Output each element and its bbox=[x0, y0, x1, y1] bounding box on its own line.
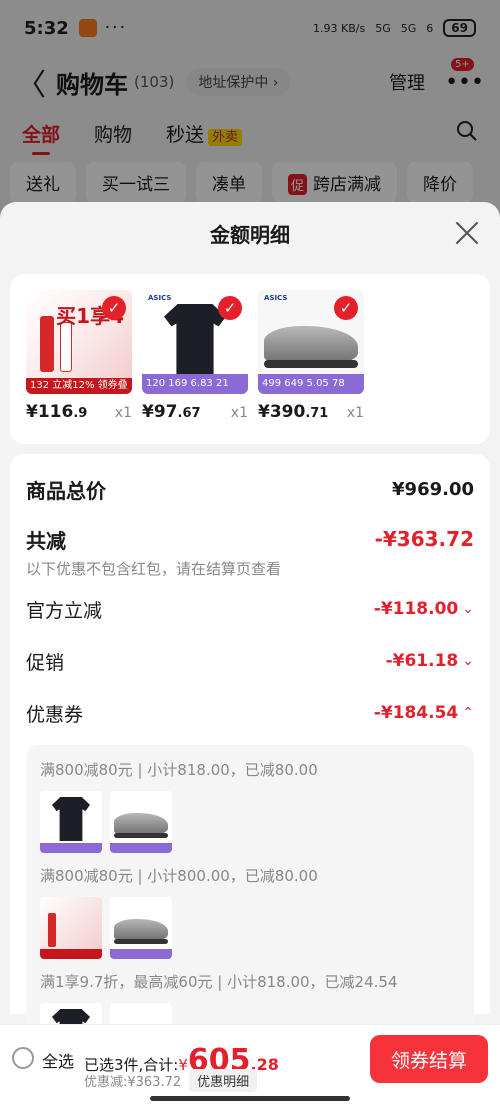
coupon-line: 满800减80元 | 小计818.00，已减80.00 bbox=[40, 761, 318, 779]
chevron-down-icon: ⌄ bbox=[462, 653, 474, 669]
select-all-label[interactable]: 全选 bbox=[42, 1048, 74, 1072]
thumb-promo-strip: 132 立减12% 领券叠享满减 bbox=[26, 378, 132, 394]
total-row: 商品总价 ¥969.00 bbox=[26, 472, 474, 506]
sheet-title: 金额明细 bbox=[210, 222, 290, 247]
coupon-row[interactable]: 优惠券 -¥184.54 ⌃ bbox=[26, 691, 474, 735]
thumb-promo-strip bbox=[110, 843, 172, 853]
product-item[interactable]: ASICS 499 649 5.05 78 ✓ ¥390.71 x1 bbox=[258, 290, 364, 428]
product-thumbnail: ASICS 499 649 5.05 78 ✓ bbox=[258, 290, 364, 394]
shoe-sole bbox=[264, 360, 358, 368]
chevron-up-icon: ⌃ bbox=[462, 705, 474, 721]
shoe-image bbox=[114, 813, 168, 835]
price-int: ¥116 bbox=[26, 402, 74, 422]
selected-check-icon: ✓ bbox=[334, 296, 358, 320]
coupon-product-thumb bbox=[110, 897, 172, 959]
selected-check-icon: ✓ bbox=[102, 296, 126, 320]
product-qty: x1 bbox=[114, 405, 132, 421]
saving-info: 优惠减:¥363.72 优惠明细 bbox=[84, 1069, 258, 1092]
thumb-promo-strip: 120 169 6.83 21 bbox=[142, 374, 248, 394]
coupon-line: 满1享9.7折，最高减60元 | 小计818.00，已减24.54 bbox=[40, 973, 398, 991]
close-icon[interactable] bbox=[454, 220, 480, 246]
product-meta: ¥97.67 x1 bbox=[142, 402, 248, 422]
coupon-products bbox=[40, 791, 460, 853]
product-price: ¥390.71 bbox=[258, 402, 328, 422]
thumb-promo-strip bbox=[110, 949, 172, 959]
total-label: 商品总价 bbox=[26, 478, 106, 503]
amount-detail-sheet: 金额明细 买1享4 132 立减12% 领券叠享满减 ✓ ¥116.9 x1 A… bbox=[0, 202, 500, 1111]
price-dec: .71 bbox=[305, 406, 329, 421]
shoe-sole bbox=[114, 833, 168, 838]
sheet-header: 金额明细 bbox=[0, 202, 500, 264]
select-all-radio[interactable] bbox=[12, 1047, 34, 1069]
official-row[interactable]: 官方立减 -¥118.00 ⌄ bbox=[26, 587, 474, 631]
home-indicator bbox=[150, 1096, 350, 1101]
coupon-products bbox=[40, 897, 460, 959]
selected-products: 买1享4 132 立减12% 领券叠享满减 ✓ ¥116.9 x1 ASICS … bbox=[10, 274, 490, 444]
chevron-down-icon: ⌄ bbox=[462, 601, 474, 617]
promotion-row[interactable]: 促销 -¥61.18 ⌄ bbox=[26, 639, 474, 683]
coupon-label: 优惠券 bbox=[26, 703, 84, 726]
reduce-value: -¥363.72 bbox=[374, 527, 474, 551]
product-qty: x1 bbox=[230, 405, 248, 421]
coupon-value: -¥184.54 bbox=[373, 703, 459, 723]
reduce-row: 共减 -¥363.72 bbox=[26, 522, 474, 556]
tshirt-image bbox=[52, 797, 90, 841]
discount-note: 以下优惠不包含红包，请在结算页查看 bbox=[26, 560, 282, 578]
product-price: ¥97.67 bbox=[142, 402, 201, 422]
promotion-value: -¥61.18 bbox=[385, 651, 459, 671]
coupon-line: 满800减80元 | 小计800.00，已减80.00 bbox=[40, 867, 318, 885]
promotion-label: 促销 bbox=[26, 651, 65, 674]
official-value: -¥118.00 bbox=[373, 599, 459, 619]
thumb-promo-strip bbox=[40, 843, 102, 853]
coupon-product-thumb bbox=[40, 791, 102, 853]
bottle-shape bbox=[60, 322, 72, 372]
shoe-image bbox=[264, 326, 358, 364]
checkout-button[interactable]: 领券结算 bbox=[370, 1035, 488, 1083]
price-dec: .67 bbox=[177, 406, 201, 421]
bottle-shape bbox=[48, 913, 56, 947]
amount-breakdown: 商品总价 ¥969.00 共减 -¥363.72 以下优惠不包含红包，请在结算页… bbox=[10, 454, 490, 1075]
tshirt-image bbox=[164, 304, 226, 374]
product-price: ¥116.9 bbox=[26, 402, 87, 422]
price-int: ¥97 bbox=[142, 402, 178, 422]
brand-logo: ASICS bbox=[148, 294, 172, 302]
product-item[interactable]: 买1享4 132 立减12% 领券叠享满减 ✓ ¥116.9 x1 bbox=[26, 290, 132, 428]
discount-detail-button[interactable]: 优惠明细 bbox=[189, 1069, 258, 1092]
product-thumbnail: 买1享4 132 立减12% 领券叠享满减 ✓ bbox=[26, 290, 132, 394]
saving-text: 优惠减:¥363.72 bbox=[84, 1075, 182, 1090]
product-thumbnail: ASICS 120 169 6.83 21 ✓ bbox=[142, 290, 248, 394]
shoe-sole bbox=[114, 939, 168, 944]
product-meta: ¥390.71 x1 bbox=[258, 402, 364, 422]
official-label: 官方立减 bbox=[26, 599, 103, 622]
reduce-label: 共减 bbox=[26, 528, 66, 553]
thumb-promo-strip: 499 649 5.05 78 bbox=[258, 374, 364, 394]
price-int: ¥390 bbox=[258, 402, 306, 422]
shoe-image bbox=[114, 919, 168, 941]
price-dec: .9 bbox=[73, 406, 88, 421]
thumb-promo-strip bbox=[40, 949, 102, 959]
bottle-shape bbox=[40, 316, 54, 372]
brand-logo: ASICS bbox=[264, 294, 288, 302]
coupon-product-thumb bbox=[110, 791, 172, 853]
product-meta: ¥116.9 x1 bbox=[26, 402, 132, 422]
product-item[interactable]: ASICS 120 169 6.83 21 ✓ ¥97.67 x1 bbox=[142, 290, 248, 428]
total-value: ¥969.00 bbox=[392, 478, 474, 500]
selected-check-icon: ✓ bbox=[218, 296, 242, 320]
product-qty: x1 bbox=[346, 405, 364, 421]
coupon-product-thumb bbox=[40, 897, 102, 959]
